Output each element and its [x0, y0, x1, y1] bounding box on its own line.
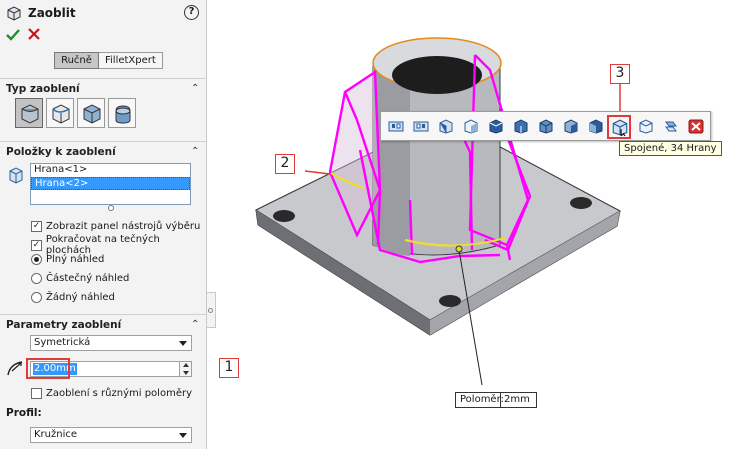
multiple-radius-option[interactable]: Zaoblení s různými poloměry — [31, 386, 192, 400]
radius-callout-key: Poloměr: — [460, 394, 504, 405]
model-view[interactable] — [217, 0, 750, 449]
no-preview-option[interactable]: Žádný náhled — [31, 290, 115, 304]
tangent-edges-icon[interactable] — [636, 117, 656, 136]
full-preview-option[interactable]: Plný náhled — [31, 252, 104, 266]
mount-hole — [570, 197, 592, 209]
connected-to-start-loop-icon[interactable] — [386, 117, 406, 136]
radius-spinner[interactable] — [179, 361, 192, 377]
callout-leader — [304, 170, 331, 175]
select-value: Symetrická — [34, 337, 91, 348]
connected-to-end-face-icon[interactable] — [536, 117, 556, 136]
collapse-chevron-icon[interactable]: ⌃ — [191, 146, 199, 157]
annotation-highlight-box — [26, 358, 70, 379]
section-title: Parametry zaoblení — [6, 319, 122, 331]
close-icon[interactable] — [686, 117, 706, 136]
mount-hole — [439, 295, 461, 307]
option-label: Žádný náhled — [46, 291, 115, 303]
connected-to-end-loop-icon[interactable] — [411, 117, 431, 136]
option-label: Zaoblení s různými poloměry — [46, 387, 192, 399]
splitter-grip-icon — [208, 308, 213, 313]
dropdown-arrow-icon[interactable] — [179, 433, 187, 438]
face-fillet-button[interactable] — [77, 98, 105, 128]
spin-down-icon[interactable] — [183, 371, 189, 375]
section-fillet-type[interactable]: Typ zaoblení ⌃ — [0, 78, 207, 98]
connected-to-start-face-icon[interactable] — [436, 117, 456, 136]
cancel-x-icon[interactable] — [27, 27, 41, 44]
toolbar-tooltip: Spojené, 34 Hrany — [619, 141, 722, 156]
section-title: Typ zaoblení — [6, 83, 80, 95]
checkbox-checked[interactable]: ✓ — [31, 220, 42, 232]
profile-select[interactable]: Kružnice — [30, 427, 192, 443]
section-title: Položky k zaoblení — [6, 146, 116, 158]
list-item[interactable]: Hrana<1> — [31, 164, 190, 177]
fillet-method-select[interactable]: Symetrická — [30, 335, 192, 351]
leader-anchor[interactable] — [455, 245, 463, 253]
edge-selection-icon — [8, 166, 24, 187]
constant-size-fillet-icon — [21, 104, 39, 124]
radius-callout-label[interactable]: Poloměr: 2mm — [455, 392, 537, 408]
panel-title: Zaoblit — [28, 6, 76, 20]
face-fillet-icon — [83, 104, 101, 124]
collapse-chevron-icon[interactable]: ⌃ — [191, 83, 199, 94]
checkbox-checked[interactable]: ✓ — [31, 239, 42, 251]
callout-2: 2 — [275, 154, 295, 174]
callout-1: 1 — [219, 358, 239, 378]
select-value: Kružnice — [34, 429, 78, 440]
mode-tabs: Ručně FilletXpert — [54, 52, 163, 69]
connected-to-start-face-2-icon[interactable] — [461, 117, 481, 136]
edge-list[interactable]: Hrana<1> Hrana<2> — [30, 163, 191, 205]
list-resize-handle[interactable] — [108, 205, 114, 211]
option-label: Částečný náhled — [46, 272, 130, 284]
profile-label: Profil: — [6, 407, 42, 419]
feature-icon[interactable] — [511, 117, 531, 136]
tangent-propagation-option[interactable]: ✓ Pokračovat na tečných plochách — [31, 234, 206, 256]
constant-size-fillet-button[interactable] — [15, 98, 43, 128]
loop-edges-icon[interactable] — [661, 117, 681, 136]
ok-check-icon[interactable] — [5, 27, 21, 46]
section-fillet-parameters[interactable]: Parametry zaoblení ⌃ — [0, 314, 207, 334]
variable-size-fillet-button[interactable] — [46, 98, 74, 128]
radio-selected[interactable] — [31, 253, 42, 265]
checkbox[interactable] — [31, 387, 42, 399]
full-round-fillet-icon — [115, 105, 131, 124]
convex-edges-icon[interactable] — [561, 117, 581, 136]
side-face-icon[interactable] — [486, 117, 506, 136]
variable-size-fillet-icon — [52, 104, 70, 124]
tab-manual[interactable]: Ručně — [54, 52, 99, 69]
radius-icon — [6, 359, 26, 380]
radio[interactable] — [31, 272, 42, 284]
list-item-selected[interactable]: Hrana<2> — [31, 177, 190, 190]
mount-hole — [273, 210, 295, 222]
section-items-to-fillet[interactable]: Položky k zaoblení ⌃ — [0, 141, 207, 161]
selection-toolbar — [380, 111, 711, 141]
full-round-fillet-button[interactable] — [108, 98, 136, 128]
fillet-property-manager: Zaoblit ? Ručně FilletXpert Typ zaoblení… — [0, 0, 207, 449]
fillet-feature-icon — [6, 5, 22, 24]
graphics-area[interactable]: 1 2 3 — [217, 0, 750, 449]
collapse-chevron-icon[interactable]: ⌃ — [191, 319, 199, 330]
panel-splitter[interactable] — [207, 292, 216, 328]
partial-preview-option[interactable]: Částečný náhled — [31, 271, 129, 285]
connected-edges-icon[interactable] — [607, 115, 631, 139]
option-label: Zobrazit panel nástrojů výběru — [46, 220, 201, 232]
radio[interactable] — [31, 291, 42, 303]
boss-cylinder[interactable] — [372, 37, 502, 256]
dropdown-arrow-icon[interactable] — [179, 341, 187, 346]
tab-filletxpert[interactable]: FilletXpert — [99, 52, 163, 69]
concave-edges-icon[interactable] — [586, 117, 606, 136]
help-icon[interactable]: ? — [184, 5, 199, 20]
show-selection-toolbar-option[interactable]: ✓ Zobrazit panel nástrojů výběru — [31, 219, 200, 233]
spin-up-icon[interactable] — [183, 363, 189, 367]
radius-callout-value[interactable]: 2mm — [500, 392, 537, 408]
callout-3: 3 — [610, 64, 630, 84]
option-label: Plný náhled — [46, 253, 105, 265]
panel-header: Zaoblit ? — [0, 0, 207, 26]
